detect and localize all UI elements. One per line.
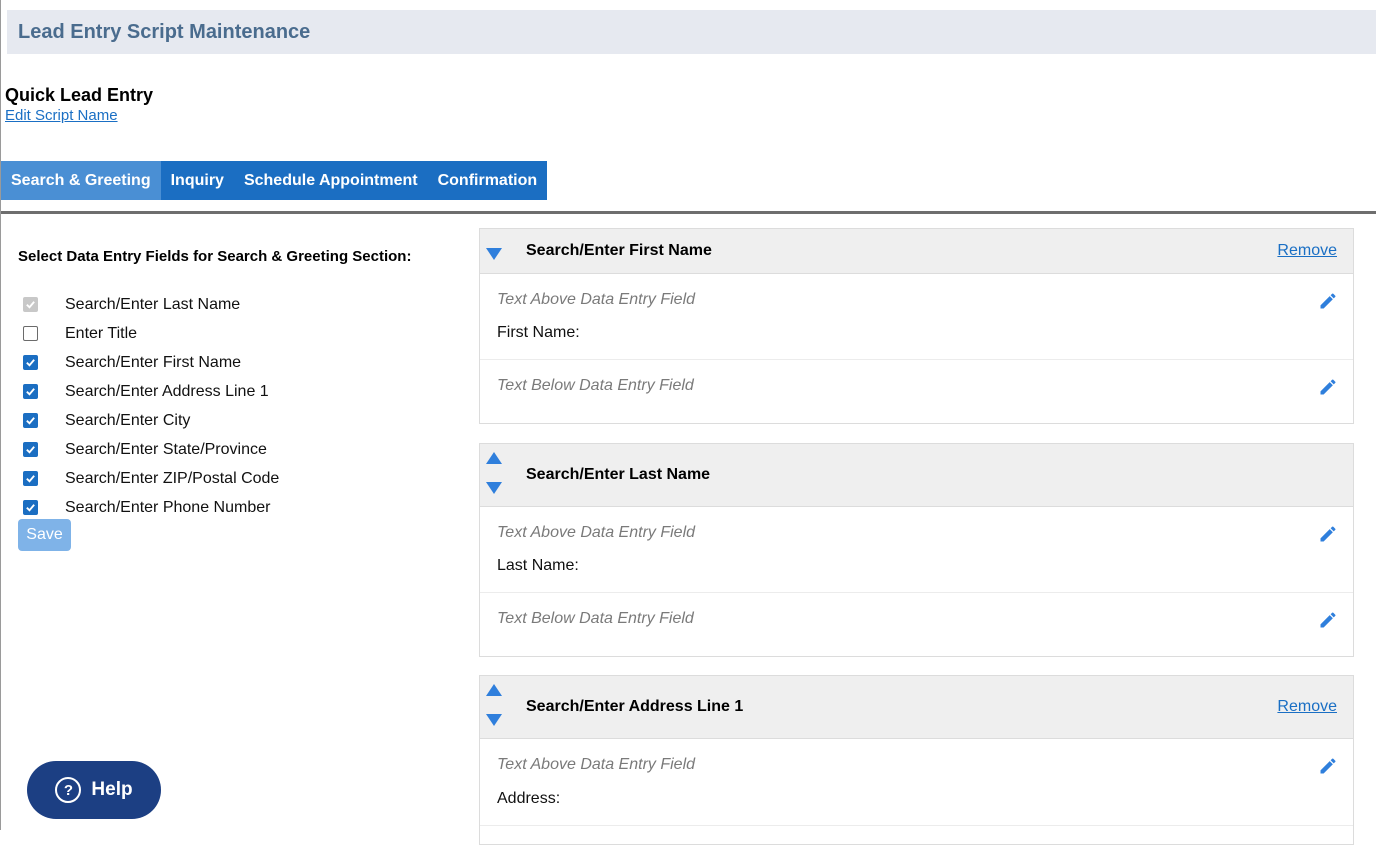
card-header: Search/Enter First Name Remove xyxy=(480,229,1353,274)
card-title: Search/Enter Last Name xyxy=(526,466,711,483)
check-icon xyxy=(26,475,35,483)
card-divider xyxy=(480,825,1353,826)
field-row-phone-number: Search/Enter Phone Number xyxy=(23,493,279,522)
field-row-city: Search/Enter City xyxy=(23,406,279,435)
card-header: Search/Enter Address Line 1 Remove xyxy=(480,676,1353,739)
edit-pencil-icon[interactable] xyxy=(1318,377,1338,397)
checkbox-title[interactable] xyxy=(23,326,38,341)
text-above-hint[interactable]: Text Above Data Entry Field xyxy=(497,756,695,774)
checkbox-state-province[interactable] xyxy=(23,442,38,457)
help-label: Help xyxy=(91,779,133,800)
tab-inquiry[interactable]: Inquiry xyxy=(160,161,234,200)
field-card-last-name: Search/Enter Last Name Text Above Data E… xyxy=(479,443,1354,657)
field-row-last-name: Search/Enter Last Name xyxy=(23,290,279,319)
edit-script-name-link[interactable]: Edit Script Name xyxy=(5,107,118,124)
edit-pencil-icon[interactable] xyxy=(1318,524,1338,544)
card-header: Search/Enter Last Name xyxy=(480,444,1353,507)
text-above-hint[interactable]: Text Above Data Entry Field xyxy=(497,291,695,309)
check-icon xyxy=(26,388,35,396)
field-row-title: Enter Title xyxy=(23,319,279,348)
checkbox-phone-number[interactable] xyxy=(23,500,38,515)
card-divider xyxy=(480,592,1353,593)
tab-confirmation[interactable]: Confirmation xyxy=(427,161,548,200)
checkbox-first-name[interactable] xyxy=(23,355,38,370)
checkbox-last-name xyxy=(23,297,38,312)
edit-pencil-icon[interactable] xyxy=(1318,291,1338,311)
section-tabs: Search & Greeting Inquiry Schedule Appoi… xyxy=(1,161,548,200)
remove-link[interactable]: Remove xyxy=(1277,242,1337,260)
check-icon xyxy=(26,301,35,309)
move-down-icon[interactable] xyxy=(486,713,502,727)
script-name: Quick Lead Entry xyxy=(5,85,154,105)
field-label: Search/Enter State/Province xyxy=(65,440,267,458)
tab-search-greeting[interactable]: Search & Greeting xyxy=(1,161,161,200)
field-card-first-name: Search/Enter First Name Remove Text Abov… xyxy=(479,228,1354,424)
checkbox-zip-postal-code[interactable] xyxy=(23,471,38,486)
field-selection-heading: Select Data Entry Fields for Search & Gr… xyxy=(18,248,412,265)
edit-pencil-icon[interactable] xyxy=(1318,756,1338,776)
tab-schedule-appointment[interactable]: Schedule Appointment xyxy=(233,161,428,200)
field-row-address-line-1: Search/Enter Address Line 1 xyxy=(23,377,279,406)
field-label: Enter Title xyxy=(65,324,138,342)
move-up-icon[interactable] xyxy=(486,683,502,697)
check-icon xyxy=(26,504,35,512)
field-row-first-name: Search/Enter First Name xyxy=(23,348,279,377)
move-down-icon[interactable] xyxy=(486,247,502,261)
check-icon xyxy=(26,417,35,425)
field-label: Search/Enter ZIP/Postal Code xyxy=(65,469,280,487)
move-down-icon[interactable] xyxy=(486,481,502,495)
check-icon xyxy=(26,359,35,367)
help-button[interactable]: ? Help xyxy=(27,761,161,819)
field-checkbox-list: Search/Enter Last Name Enter Title Searc… xyxy=(23,290,279,522)
checkbox-address-line-1[interactable] xyxy=(23,384,38,399)
remove-link[interactable]: Remove xyxy=(1277,698,1337,716)
field-label: Search/Enter Phone Number xyxy=(65,498,271,516)
tab-divider xyxy=(1,211,1376,214)
field-label-address: Address: xyxy=(497,790,561,807)
field-label: Search/Enter Last Name xyxy=(65,295,241,313)
card-title: Search/Enter Address Line 1 xyxy=(526,698,744,715)
field-label: Search/Enter First Name xyxy=(65,353,242,371)
check-icon xyxy=(26,446,35,454)
move-up-icon[interactable] xyxy=(486,451,502,465)
field-label: Search/Enter City xyxy=(65,411,191,429)
field-label-last-name: Last Name: xyxy=(497,557,579,574)
field-label-first-name: First Name: xyxy=(497,324,580,341)
page-left-border xyxy=(0,0,1,830)
text-above-hint[interactable]: Text Above Data Entry Field xyxy=(497,524,695,542)
field-card-address-line-1: Search/Enter Address Line 1 Remove Text … xyxy=(479,675,1354,845)
edit-pencil-icon[interactable] xyxy=(1318,610,1338,630)
text-below-hint[interactable]: Text Below Data Entry Field xyxy=(497,377,694,395)
question-icon: ? xyxy=(55,777,82,803)
checkbox-city[interactable] xyxy=(23,413,38,428)
field-row-zip-postal-code: Search/Enter ZIP/Postal Code xyxy=(23,464,279,493)
text-below-hint[interactable]: Text Below Data Entry Field xyxy=(497,610,694,628)
page-title-bar: Lead Entry Script Maintenance xyxy=(7,10,1376,54)
card-divider xyxy=(480,359,1353,360)
page-title: Lead Entry Script Maintenance xyxy=(18,20,311,43)
field-row-state-province: Search/Enter State/Province xyxy=(23,435,279,464)
card-title: Search/Enter First Name xyxy=(526,242,712,259)
field-label: Search/Enter Address Line 1 xyxy=(65,382,269,400)
save-button[interactable]: Save xyxy=(18,519,71,551)
